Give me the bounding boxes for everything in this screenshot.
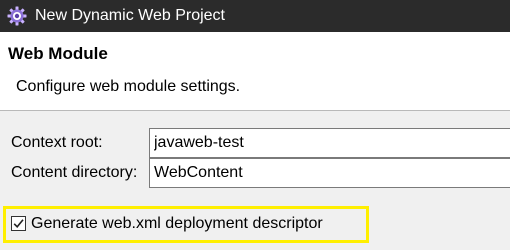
content-directory-input[interactable] (149, 158, 510, 188)
page-title: Web Module (8, 44, 108, 63)
wizard-header: Web Module Configure web module settings… (0, 32, 510, 111)
context-root-label: Context root: (11, 134, 103, 151)
title-bar: New Dynamic Web Project (0, 0, 510, 32)
content-directory-label: Content directory: (11, 164, 138, 181)
generate-web-xml-checkbox[interactable] (11, 216, 26, 231)
generate-web-xml-label[interactable]: Generate web.xml deployment descriptor (31, 213, 323, 235)
eclipse-gear-icon (7, 6, 27, 26)
window-title: New Dynamic Web Project (35, 7, 225, 24)
page-description: Configure web module settings. (16, 78, 241, 95)
context-root-row: Context root: (0, 126, 510, 160)
content-directory-row: Content directory: (0, 156, 510, 190)
context-root-input[interactable] (149, 128, 510, 158)
checkmark-icon (13, 219, 24, 228)
